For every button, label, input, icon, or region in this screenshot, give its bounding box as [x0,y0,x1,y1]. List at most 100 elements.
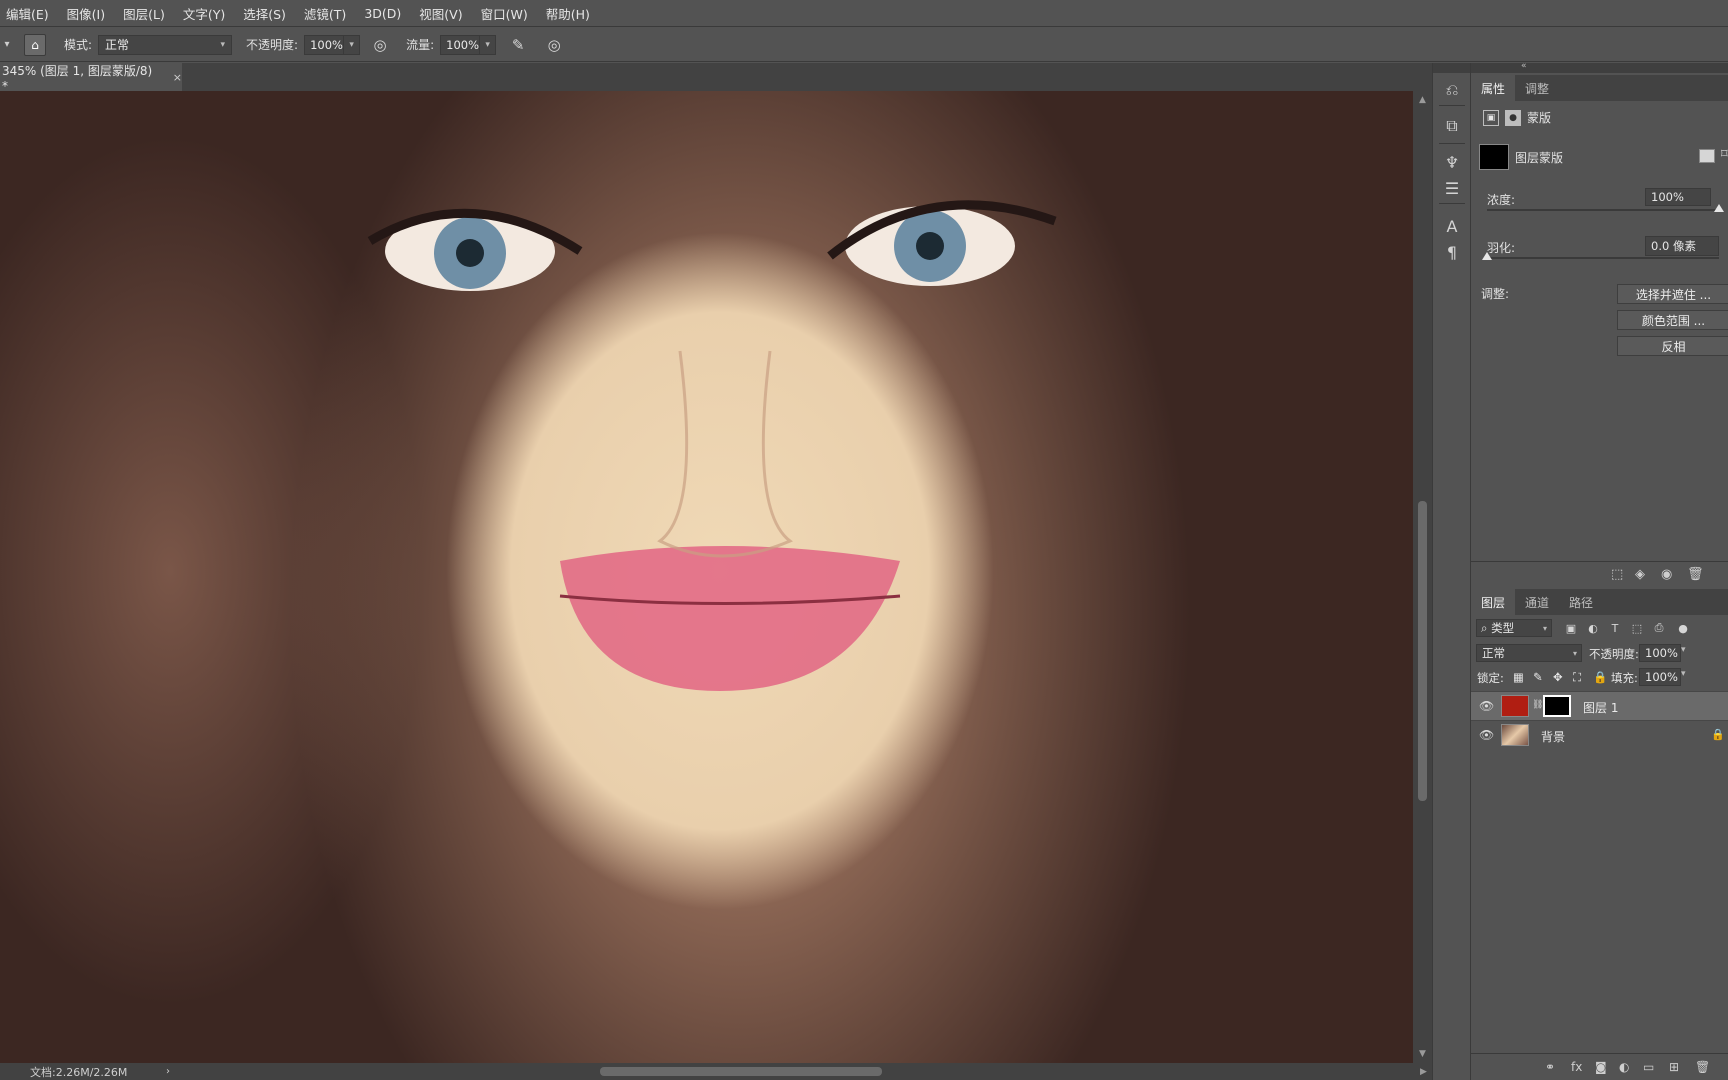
new-group-icon[interactable]: ▭ [1643,1060,1654,1074]
filter-kind-dropdown[interactable]: ⌕ 类型 ▾ [1476,619,1552,637]
image-filter-icon[interactable]: ▣ [1563,620,1579,636]
lock-transparent-icon[interactable]: ▦ [1513,670,1524,684]
menu-filter[interactable]: 滤镜(T) [304,4,346,23]
character-icon[interactable]: A [1441,215,1463,237]
fx-icon[interactable]: fx [1571,1060,1582,1074]
tab-channels[interactable]: 通道 [1515,589,1559,615]
layer-mask-thumbnail[interactable] [1543,695,1571,717]
visibility-icon[interactable]: ◉ [1661,567,1672,582]
filter-toggle-icon[interactable]: ● [1675,620,1691,636]
chevron-down-icon[interactable]: ▾ [1681,669,1686,679]
smart-object-filter-icon[interactable]: ⎙ [1651,620,1667,636]
adjustments-icon[interactable]: ☰ [1441,177,1463,199]
lock-position-icon[interactable]: ✥ [1553,670,1563,684]
fill-input[interactable]: 100% [1639,668,1681,686]
chevron-down-icon[interactable]: ▾ [1681,645,1686,655]
eye-icon[interactable]: 👁 [1479,728,1494,742]
layer-row-background[interactable]: 👁 背景 🔒 [1471,720,1728,749]
new-layer-icon[interactable]: ⊞ [1669,1060,1679,1074]
vector-mask-icon[interactable]: ● [1505,109,1521,126]
menu-3d[interactable]: 3D(D) [364,6,401,21]
lock-all-icon[interactable]: 🔒 [1593,670,1607,684]
airbrush-icon[interactable]: ✎ [508,35,528,55]
chevron-down-icon[interactable]: ▾ [0,39,14,50]
link-layers-icon[interactable]: ⚭ [1545,1060,1555,1074]
document-tab[interactable]: 345% (图层 1, 图层蒙版/8) * × [0,63,182,93]
invert-button[interactable]: 反相 [1617,336,1728,356]
link-icon[interactable]: ⛓ [1532,700,1543,710]
menu-layer[interactable]: 图层(L) [123,4,165,23]
opacity-dropdown-button[interactable]: ▾ [344,34,361,55]
status-menu-arrow[interactable]: › [166,1066,170,1077]
tab-paths[interactable]: 路径 [1559,589,1603,615]
dock-divider [1439,143,1465,144]
pressure-size-icon[interactable]: ◎ [544,35,564,55]
flow-input[interactable]: 100% [440,34,481,55]
trash-icon[interactable]: 🗑 [1687,567,1704,582]
layer-opacity-input[interactable]: 100% [1639,644,1681,662]
lock-artboard-icon[interactable]: ⛶ [1573,670,1581,685]
menu-bar: 编辑(E) 图像(I) 图层(L) 文字(Y) 选择(S) 滤镜(T) 3D(D… [0,0,1728,27]
pixel-mask-icon[interactable]: ▣ [1483,109,1499,126]
collapse-dock-button[interactable] [1433,63,1471,73]
flow-dropdown-button[interactable]: ▾ [480,34,497,55]
type-filter-icon[interactable]: T [1607,620,1623,636]
add-pixel-mask-icon[interactable] [1699,149,1715,163]
tab-adjustments[interactable]: 调整 [1515,75,1559,101]
tab-properties[interactable]: 属性 [1471,75,1516,101]
pressure-opacity-icon[interactable]: ◎ [370,35,390,55]
brush-settings-icon[interactable]: ♆ [1441,151,1463,173]
adjustment-filter-icon[interactable]: ◐ [1585,620,1601,636]
menu-edit[interactable]: 编辑(E) [6,4,49,23]
tab-layers[interactable]: 图层 [1471,589,1516,615]
scroll-down-icon[interactable]: ▼ [1413,1049,1432,1059]
feather-value[interactable]: 0.0 像素 [1645,236,1719,256]
menu-window[interactable]: 窗口(W) [481,4,528,23]
trash-icon[interactable]: 🗑 [1695,1060,1710,1074]
canvas[interactable] [0,91,1413,1063]
feather-slider-knob[interactable] [1482,252,1492,260]
menu-help[interactable]: 帮助(H) [546,4,590,23]
layer-name: 背景 [1541,730,1566,744]
brush-preset-icon[interactable]: ⌂ [24,33,46,56]
lock-pixels-icon[interactable]: ✎ [1533,670,1543,684]
color-range-button[interactable]: 颜色范围 ... [1617,310,1728,330]
mode-label: 模式: [64,38,93,52]
load-selection-icon[interactable]: ⬚ [1611,567,1623,582]
mask-thumbnail [1479,144,1509,170]
clone-source-icon[interactable]: ⧉ [1441,115,1463,137]
density-slider[interactable] [1487,204,1724,212]
close-icon[interactable]: × [173,71,182,84]
panel-collapse-bar[interactable]: « [1471,61,1728,73]
new-adjustment-icon[interactable]: ◐ [1619,1060,1629,1074]
apply-mask-icon[interactable]: ◈ [1635,567,1645,582]
chevron-down-icon: ▾ [220,39,226,50]
horizontal-scrollbar-thumb[interactable] [600,1067,882,1076]
collapse-arrows-icon[interactable]: « [1521,61,1527,71]
menu-image[interactable]: 图像(I) [67,4,105,23]
history-icon[interactable]: ⎌ [1441,79,1463,101]
scrollbar-thumb[interactable] [1418,501,1427,801]
mode-dropdown[interactable]: 正常 ▾ [98,34,233,55]
menu-select[interactable]: 选择(S) [243,4,286,23]
properties-footer: ⬚ ◈ ◉ 🗑 [1471,561,1728,587]
blend-row: 正常 ▾ 不透明度: 100% ▾ [1471,641,1728,665]
menu-type[interactable]: 文字(Y) [183,4,225,23]
paragraph-icon[interactable]: ¶ [1441,241,1463,263]
eye-icon[interactable]: 👁 [1479,699,1494,713]
feather-slider[interactable] [1482,252,1719,260]
opacity-input[interactable]: 100% [304,34,345,55]
density-slider-knob[interactable] [1714,204,1724,212]
scroll-up-icon[interactable]: ▲ [1413,95,1432,105]
scroll-right-icon[interactable]: ▶ [1420,1067,1427,1077]
shape-filter-icon[interactable]: ⬚ [1629,620,1645,636]
layer-row-layer1[interactable]: 👁 ⛓ 图层 1 [1471,691,1728,720]
menu-view[interactable]: 视图(V) [419,4,462,23]
portrait-photo [0,91,1413,1063]
add-mask-icon[interactable]: ◙ [1595,1060,1607,1074]
vertical-scrollbar[interactable]: ▲ ▼ [1413,91,1432,1063]
add-vector-mask-icon[interactable]: ⌑ [1721,147,1728,162]
density-value[interactable]: 100% [1645,188,1711,206]
select-and-mask-button[interactable]: 选择并遮住 ... [1617,284,1728,304]
blend-mode-dropdown[interactable]: 正常 ▾ [1476,644,1582,662]
